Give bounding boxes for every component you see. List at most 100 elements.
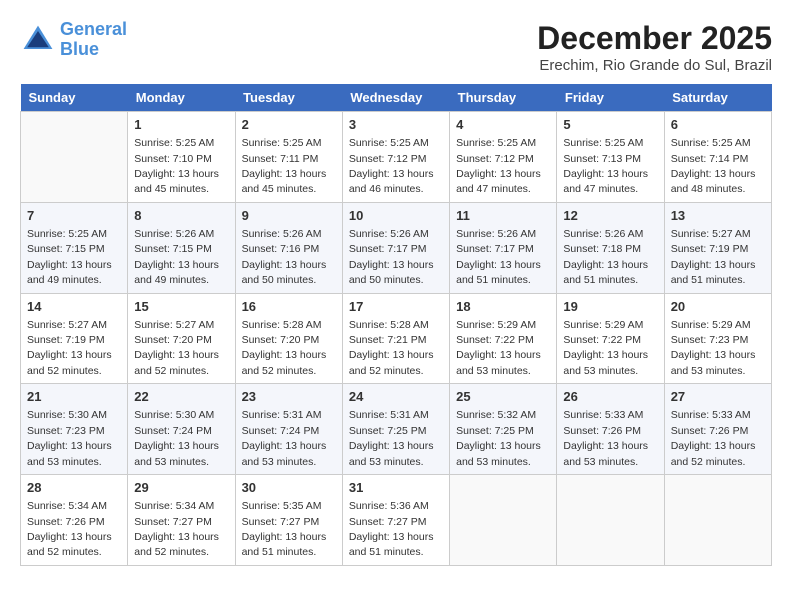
- day-number: 29: [134, 479, 228, 497]
- logo-icon: [20, 22, 56, 58]
- day-info: Sunrise: 5:29 AMSunset: 7:23 PMDaylight:…: [671, 319, 756, 377]
- day-number: 23: [242, 388, 336, 406]
- calendar-cell: 22 Sunrise: 5:30 AMSunset: 7:24 PMDaylig…: [128, 384, 235, 475]
- week-row-3: 14 Sunrise: 5:27 AMSunset: 7:19 PMDaylig…: [21, 293, 772, 384]
- location: Erechim, Rio Grande do Sul, Brazil: [537, 57, 772, 74]
- calendar-cell: 30 Sunrise: 5:35 AMSunset: 7:27 PMDaylig…: [235, 475, 342, 566]
- day-info: Sunrise: 5:25 AMSunset: 7:12 PMDaylight:…: [456, 137, 541, 195]
- day-info: Sunrise: 5:25 AMSunset: 7:14 PMDaylight:…: [671, 137, 756, 195]
- title-block: December 2025 Erechim, Rio Grande do Sul…: [537, 20, 772, 74]
- calendar-cell: 10 Sunrise: 5:26 AMSunset: 7:17 PMDaylig…: [342, 202, 449, 293]
- day-number: 2: [242, 116, 336, 134]
- weekday-header-saturday: Saturday: [664, 84, 771, 112]
- calendar-cell: 31 Sunrise: 5:36 AMSunset: 7:27 PMDaylig…: [342, 475, 449, 566]
- weekday-header-monday: Monday: [128, 84, 235, 112]
- calendar-cell: 15 Sunrise: 5:27 AMSunset: 7:20 PMDaylig…: [128, 293, 235, 384]
- calendar-cell: [557, 475, 664, 566]
- calendar-cell: 24 Sunrise: 5:31 AMSunset: 7:25 PMDaylig…: [342, 384, 449, 475]
- day-info: Sunrise: 5:31 AMSunset: 7:24 PMDaylight:…: [242, 409, 327, 467]
- day-info: Sunrise: 5:26 AMSunset: 7:17 PMDaylight:…: [456, 228, 541, 286]
- calendar-cell: 11 Sunrise: 5:26 AMSunset: 7:17 PMDaylig…: [450, 202, 557, 293]
- day-number: 4: [456, 116, 550, 134]
- calendar-cell: 17 Sunrise: 5:28 AMSunset: 7:21 PMDaylig…: [342, 293, 449, 384]
- day-info: Sunrise: 5:26 AMSunset: 7:16 PMDaylight:…: [242, 228, 327, 286]
- day-number: 22: [134, 388, 228, 406]
- day-info: Sunrise: 5:28 AMSunset: 7:21 PMDaylight:…: [349, 319, 434, 377]
- day-number: 20: [671, 298, 765, 316]
- calendar-cell: 4 Sunrise: 5:25 AMSunset: 7:12 PMDayligh…: [450, 112, 557, 203]
- week-row-4: 21 Sunrise: 5:30 AMSunset: 7:23 PMDaylig…: [21, 384, 772, 475]
- day-number: 18: [456, 298, 550, 316]
- day-info: Sunrise: 5:25 AMSunset: 7:10 PMDaylight:…: [134, 137, 219, 195]
- calendar-cell: 14 Sunrise: 5:27 AMSunset: 7:19 PMDaylig…: [21, 293, 128, 384]
- day-info: Sunrise: 5:26 AMSunset: 7:15 PMDaylight:…: [134, 228, 219, 286]
- week-row-1: 1 Sunrise: 5:25 AMSunset: 7:10 PMDayligh…: [21, 112, 772, 203]
- day-info: Sunrise: 5:30 AMSunset: 7:23 PMDaylight:…: [27, 409, 112, 467]
- calendar-cell: [664, 475, 771, 566]
- week-row-2: 7 Sunrise: 5:25 AMSunset: 7:15 PMDayligh…: [21, 202, 772, 293]
- day-number: 3: [349, 116, 443, 134]
- day-info: Sunrise: 5:33 AMSunset: 7:26 PMDaylight:…: [671, 409, 756, 467]
- day-info: Sunrise: 5:33 AMSunset: 7:26 PMDaylight:…: [563, 409, 648, 467]
- calendar-cell: 5 Sunrise: 5:25 AMSunset: 7:13 PMDayligh…: [557, 112, 664, 203]
- calendar-cell: 29 Sunrise: 5:34 AMSunset: 7:27 PMDaylig…: [128, 475, 235, 566]
- calendar-cell: 28 Sunrise: 5:34 AMSunset: 7:26 PMDaylig…: [21, 475, 128, 566]
- day-info: Sunrise: 5:25 AMSunset: 7:12 PMDaylight:…: [349, 137, 434, 195]
- calendar-cell: 19 Sunrise: 5:29 AMSunset: 7:22 PMDaylig…: [557, 293, 664, 384]
- day-number: 12: [563, 207, 657, 225]
- calendar-cell: 1 Sunrise: 5:25 AMSunset: 7:10 PMDayligh…: [128, 112, 235, 203]
- logo: General Blue: [20, 20, 127, 60]
- calendar-cell: 27 Sunrise: 5:33 AMSunset: 7:26 PMDaylig…: [664, 384, 771, 475]
- logo-text: General Blue: [60, 20, 127, 60]
- day-number: 27: [671, 388, 765, 406]
- day-info: Sunrise: 5:25 AMSunset: 7:11 PMDaylight:…: [242, 137, 327, 195]
- calendar-cell: [21, 112, 128, 203]
- weekday-header-wednesday: Wednesday: [342, 84, 449, 112]
- calendar-cell: 20 Sunrise: 5:29 AMSunset: 7:23 PMDaylig…: [664, 293, 771, 384]
- calendar-cell: 16 Sunrise: 5:28 AMSunset: 7:20 PMDaylig…: [235, 293, 342, 384]
- day-number: 17: [349, 298, 443, 316]
- calendar-cell: 7 Sunrise: 5:25 AMSunset: 7:15 PMDayligh…: [21, 202, 128, 293]
- calendar-cell: 3 Sunrise: 5:25 AMSunset: 7:12 PMDayligh…: [342, 112, 449, 203]
- day-number: 14: [27, 298, 121, 316]
- day-info: Sunrise: 5:28 AMSunset: 7:20 PMDaylight:…: [242, 319, 327, 377]
- day-info: Sunrise: 5:25 AMSunset: 7:13 PMDaylight:…: [563, 137, 648, 195]
- calendar-cell: 25 Sunrise: 5:32 AMSunset: 7:25 PMDaylig…: [450, 384, 557, 475]
- day-number: 24: [349, 388, 443, 406]
- day-info: Sunrise: 5:29 AMSunset: 7:22 PMDaylight:…: [563, 319, 648, 377]
- day-number: 19: [563, 298, 657, 316]
- page-header: General Blue December 2025 Erechim, Rio …: [20, 20, 772, 74]
- day-number: 21: [27, 388, 121, 406]
- day-number: 25: [456, 388, 550, 406]
- day-info: Sunrise: 5:27 AMSunset: 7:20 PMDaylight:…: [134, 319, 219, 377]
- day-number: 5: [563, 116, 657, 134]
- day-number: 6: [671, 116, 765, 134]
- day-info: Sunrise: 5:27 AMSunset: 7:19 PMDaylight:…: [671, 228, 756, 286]
- day-number: 10: [349, 207, 443, 225]
- weekday-header-sunday: Sunday: [21, 84, 128, 112]
- day-info: Sunrise: 5:35 AMSunset: 7:27 PMDaylight:…: [242, 500, 327, 558]
- weekday-header-thursday: Thursday: [450, 84, 557, 112]
- calendar-cell: [450, 475, 557, 566]
- day-info: Sunrise: 5:32 AMSunset: 7:25 PMDaylight:…: [456, 409, 541, 467]
- month-title: December 2025: [537, 20, 772, 57]
- calendar-cell: 18 Sunrise: 5:29 AMSunset: 7:22 PMDaylig…: [450, 293, 557, 384]
- day-info: Sunrise: 5:26 AMSunset: 7:18 PMDaylight:…: [563, 228, 648, 286]
- day-info: Sunrise: 5:30 AMSunset: 7:24 PMDaylight:…: [134, 409, 219, 467]
- calendar-cell: 12 Sunrise: 5:26 AMSunset: 7:18 PMDaylig…: [557, 202, 664, 293]
- day-info: Sunrise: 5:26 AMSunset: 7:17 PMDaylight:…: [349, 228, 434, 286]
- day-number: 11: [456, 207, 550, 225]
- calendar-cell: 2 Sunrise: 5:25 AMSunset: 7:11 PMDayligh…: [235, 112, 342, 203]
- logo-general: General: [60, 19, 127, 39]
- calendar-table: SundayMondayTuesdayWednesdayThursdayFrid…: [20, 84, 772, 566]
- day-number: 30: [242, 479, 336, 497]
- day-number: 9: [242, 207, 336, 225]
- day-info: Sunrise: 5:29 AMSunset: 7:22 PMDaylight:…: [456, 319, 541, 377]
- day-info: Sunrise: 5:34 AMSunset: 7:27 PMDaylight:…: [134, 500, 219, 558]
- day-number: 1: [134, 116, 228, 134]
- weekday-header-tuesday: Tuesday: [235, 84, 342, 112]
- calendar-cell: 9 Sunrise: 5:26 AMSunset: 7:16 PMDayligh…: [235, 202, 342, 293]
- calendar-cell: 21 Sunrise: 5:30 AMSunset: 7:23 PMDaylig…: [21, 384, 128, 475]
- day-info: Sunrise: 5:25 AMSunset: 7:15 PMDaylight:…: [27, 228, 112, 286]
- day-number: 8: [134, 207, 228, 225]
